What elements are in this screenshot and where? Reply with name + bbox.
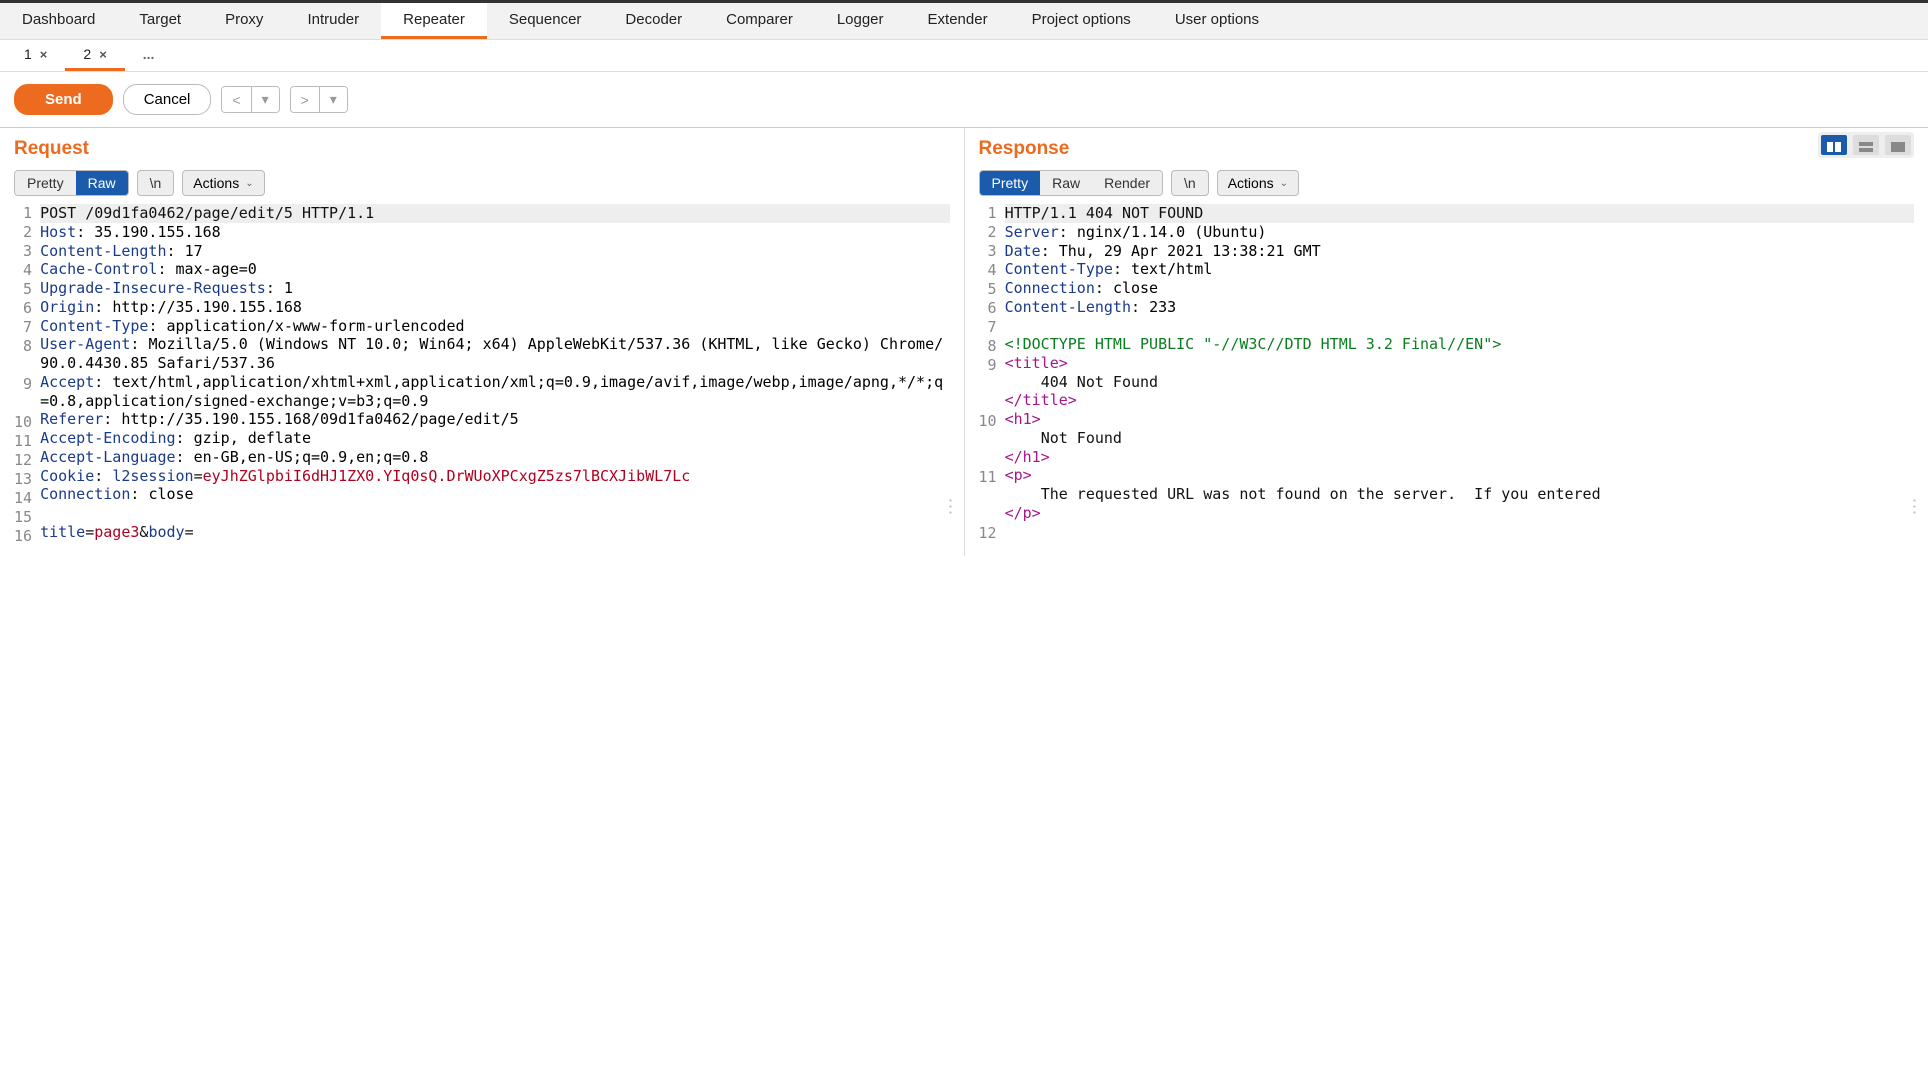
- chevron-down-icon: ⌄: [245, 178, 253, 189]
- main-tab-user-options[interactable]: User options: [1153, 3, 1281, 39]
- main-tab-decoder[interactable]: Decoder: [603, 3, 704, 39]
- response-view-render[interactable]: Render: [1092, 171, 1162, 195]
- main-tab-sequencer[interactable]: Sequencer: [487, 3, 604, 39]
- response-newline-toggle[interactable]: \n: [1171, 170, 1209, 196]
- request-pane: Request PrettyRaw \n Actions⌄ 1234567891…: [0, 128, 964, 556]
- request-actions-dropdown[interactable]: Actions⌄: [182, 170, 264, 196]
- response-more-icon[interactable]: ⋯: [1904, 498, 1925, 514]
- response-view-raw[interactable]: Raw: [1040, 171, 1092, 195]
- request-title: Request: [14, 138, 950, 160]
- request-more-icon[interactable]: ⋯: [939, 498, 960, 514]
- action-bar: Send Cancel < ▾ > ▾: [0, 72, 1928, 128]
- main-tab-bar: DashboardTargetProxyIntruderRepeaterSequ…: [0, 3, 1928, 40]
- response-actions-dropdown[interactable]: Actions⌄: [1217, 170, 1299, 196]
- tab-label: 1: [24, 46, 32, 62]
- main-tab-target[interactable]: Target: [117, 3, 203, 39]
- main-tab-proxy[interactable]: Proxy: [203, 3, 285, 39]
- history-next-dropdown[interactable]: ▾: [319, 87, 347, 112]
- main-tab-project-options[interactable]: Project options: [1010, 3, 1153, 39]
- repeater-sub-tabs: 1×2×...: [0, 40, 1928, 72]
- history-prev-dropdown[interactable]: ▾: [251, 87, 279, 112]
- response-editor[interactable]: 123456789101112 HTTP/1.1 404 NOT FOUNDSe…: [979, 204, 1915, 543]
- main-tab-logger[interactable]: Logger: [815, 3, 906, 39]
- request-newline-toggle[interactable]: \n: [137, 170, 175, 196]
- request-editor[interactable]: 12345678910111213141516 POST /09d1fa0462…: [14, 204, 950, 546]
- cancel-button[interactable]: Cancel: [123, 84, 212, 115]
- main-tab-dashboard[interactable]: Dashboard: [0, 3, 117, 39]
- main-tab-extender[interactable]: Extender: [906, 3, 1010, 39]
- tab-label: 2: [83, 46, 91, 62]
- request-view-pretty[interactable]: Pretty: [15, 171, 76, 195]
- send-button[interactable]: Send: [14, 84, 113, 115]
- history-prev-button[interactable]: <: [222, 87, 250, 112]
- history-next-button[interactable]: >: [291, 87, 319, 112]
- history-next-group: > ▾: [290, 86, 348, 113]
- main-tab-comparer[interactable]: Comparer: [704, 3, 815, 39]
- response-title: Response: [979, 138, 1915, 160]
- repeater-tab-1[interactable]: 1×: [6, 40, 65, 71]
- chevron-down-icon: ⌄: [1280, 178, 1288, 189]
- history-prev-group: < ▾: [221, 86, 279, 113]
- main-tab-intruder[interactable]: Intruder: [285, 3, 381, 39]
- close-icon[interactable]: ×: [40, 47, 48, 62]
- main-tab-repeater[interactable]: Repeater: [381, 3, 487, 39]
- repeater-tab-2[interactable]: 2×: [65, 40, 124, 71]
- new-tab-button[interactable]: ...: [125, 40, 173, 71]
- response-pane: Response PrettyRawRender \n Actions⌄ 123…: [964, 128, 1928, 556]
- response-view-pretty[interactable]: Pretty: [980, 171, 1041, 195]
- close-icon[interactable]: ×: [99, 47, 107, 62]
- request-view-raw[interactable]: Raw: [76, 171, 128, 195]
